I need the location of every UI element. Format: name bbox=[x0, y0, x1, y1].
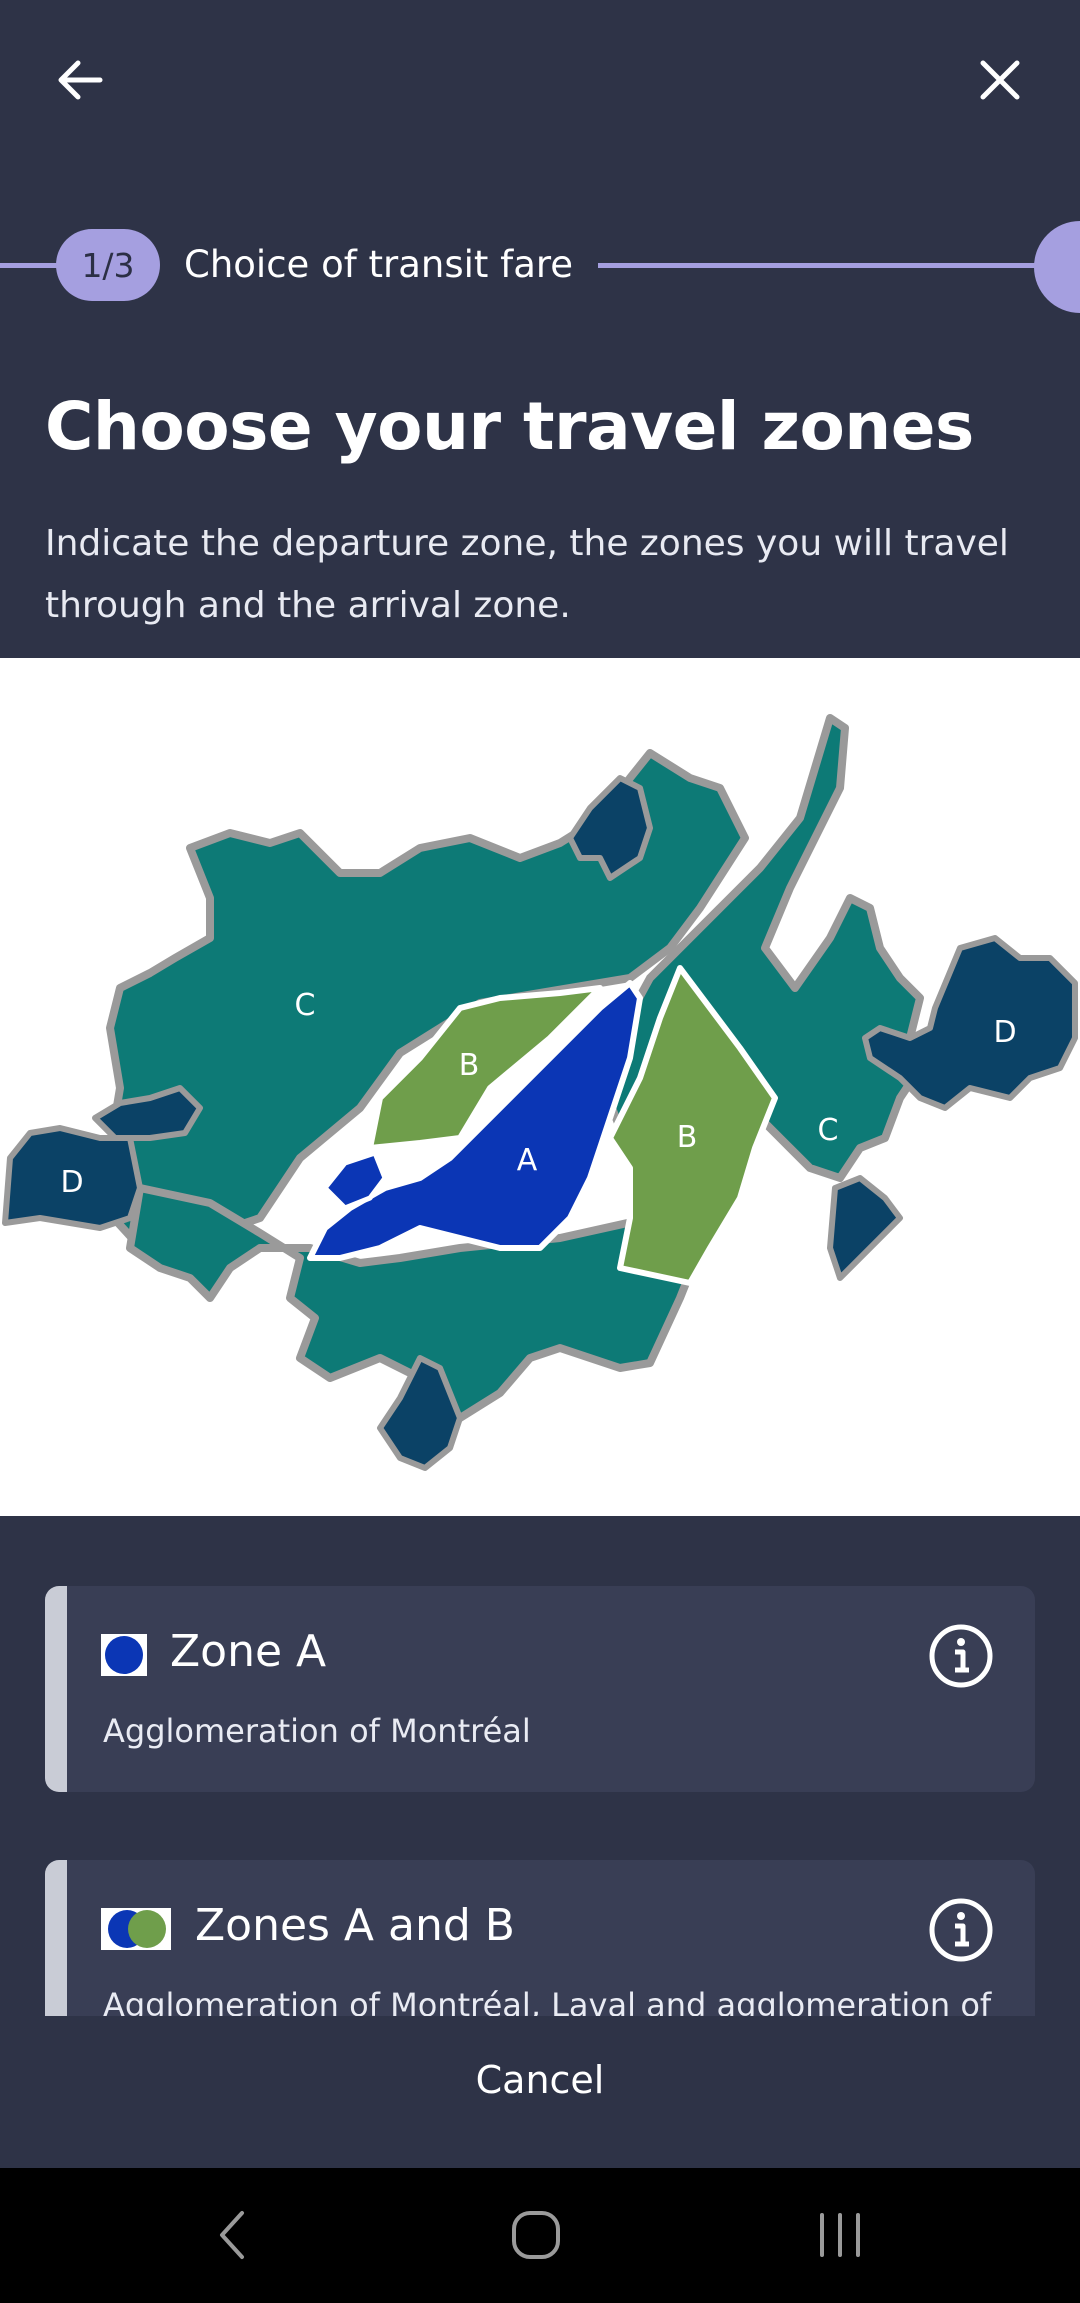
close-button[interactable] bbox=[950, 30, 1050, 130]
card-accent-bar bbox=[45, 1860, 67, 2016]
zone-list[interactable]: Zone A Agglomeration of Montréal Zones A bbox=[0, 1516, 1080, 2016]
system-nav-bar bbox=[0, 2168, 1080, 2303]
zone-map: C B A B C D D bbox=[0, 658, 1080, 1516]
zone-map-graphic: C B A B C D D bbox=[2, 714, 1078, 1471]
zone-name: Zone A bbox=[170, 1626, 327, 1677]
map-label-a: A bbox=[517, 1143, 538, 1178]
home-nav-icon bbox=[512, 2211, 560, 2259]
system-recents-button[interactable] bbox=[780, 2190, 900, 2280]
zone-card-a[interactable]: Zone A Agglomeration of Montréal bbox=[45, 1586, 1035, 1792]
zone-d-southeast-area bbox=[827, 1175, 903, 1281]
page-subtitle: Indicate the departure zone, the zones y… bbox=[45, 523, 1009, 626]
top-bar bbox=[0, 0, 1080, 160]
zone-a-swatch bbox=[101, 1634, 147, 1676]
system-back-button[interactable] bbox=[172, 2190, 292, 2280]
next-step-dot bbox=[1034, 221, 1080, 313]
zone-d-west-small-area bbox=[92, 1085, 203, 1141]
back-nav-icon bbox=[220, 2211, 244, 2259]
zone-description: Agglomeration of Montréal, Laval and agg… bbox=[103, 1986, 992, 2016]
zone-description: Agglomeration of Montréal bbox=[103, 1712, 531, 1750]
info-icon bbox=[929, 1898, 993, 1962]
info-icon bbox=[929, 1624, 993, 1688]
zone-card-a-b[interactable]: Zones A and B Agglomeration of Montréal,… bbox=[45, 1860, 1035, 2016]
zone-name: Zones A and B bbox=[195, 1900, 515, 1951]
app-screen: 1/3 Choice of transit fare Choose your t… bbox=[0, 0, 1080, 2303]
progress-line bbox=[598, 263, 1038, 268]
card-accent-bar bbox=[45, 1586, 67, 1792]
cancel-button[interactable]: Cancel bbox=[390, 2050, 690, 2110]
map-label-b-west: B bbox=[459, 1048, 480, 1083]
zone-a-color-icon bbox=[101, 1634, 147, 1676]
page-title: Choose your travel zones bbox=[45, 388, 974, 465]
progress-line-left bbox=[0, 263, 60, 268]
step-label: Choice of transit fare bbox=[184, 243, 574, 286]
map-label-b-east: B bbox=[677, 1120, 698, 1155]
arrow-left-icon bbox=[58, 60, 103, 100]
close-icon bbox=[980, 60, 1020, 100]
map-label-c-east: C bbox=[818, 1113, 839, 1148]
system-home-button[interactable] bbox=[476, 2190, 596, 2280]
zone-a-b-color-icon bbox=[101, 1908, 171, 1950]
map-label-d-west: D bbox=[60, 1165, 83, 1200]
progress-stepper: 1/3 Choice of transit fare bbox=[0, 221, 1080, 313]
recents-nav-icon bbox=[820, 2213, 860, 2257]
zone-a-info-button[interactable] bbox=[927, 1622, 995, 1690]
step-counter: 1/3 bbox=[56, 229, 160, 301]
map-label-d-east: D bbox=[993, 1015, 1016, 1050]
zone-a-b-info-button[interactable] bbox=[927, 1896, 995, 1964]
map-label-c-west: C bbox=[295, 988, 316, 1023]
back-button[interactable] bbox=[30, 30, 130, 130]
zone-a-b-swatch bbox=[101, 1908, 171, 1950]
